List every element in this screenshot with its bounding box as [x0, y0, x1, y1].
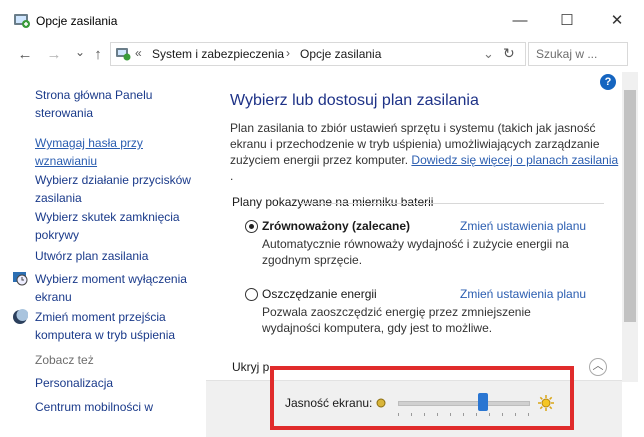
- display-clock-icon: [12, 270, 28, 286]
- plan-desc-balanced: Automatycznie równoważy wydajność i zuży…: [262, 237, 569, 267]
- minimize-button[interactable]: —: [497, 6, 543, 36]
- breadcrumb-overflow-icon[interactable]: «: [135, 46, 142, 60]
- sidebar-item-label: komputera w tryb uśpienia: [35, 328, 176, 342]
- plan-name-balanced[interactable]: Zrównoważony (zalecane): [262, 219, 410, 233]
- sidebar-item-label: Wybierz moment wyłączenia: [35, 272, 187, 286]
- plan-description: Plan zasilania to zbiór ustawień sprzętu…: [230, 120, 620, 184]
- see-also-heading: Zobacz też: [35, 353, 94, 367]
- breadcrumb-system-security[interactable]: System i zabezpieczenia: [152, 47, 284, 61]
- forward-button[interactable]: →: [44, 45, 64, 65]
- group-divider: [300, 203, 604, 204]
- window-title: Opcje zasilania: [36, 14, 118, 28]
- plan-group-label: Plany pokazywane na mierniku baterii: [232, 195, 434, 209]
- close-button[interactable]: ✕: [594, 6, 640, 36]
- sidebar-item-mobility-center[interactable]: Centrum mobilności w: [35, 398, 153, 416]
- search-input[interactable]: Szukaj w ...: [528, 42, 628, 66]
- plan-name-power-saver[interactable]: Oszczędzanie energii: [262, 287, 377, 301]
- sidebar-item-power-buttons[interactable]: Wybierz działanie przycisków zasilania: [35, 171, 191, 207]
- sidebar-item-create-plan[interactable]: Utwórz plan zasilania: [35, 247, 148, 265]
- learn-more-link[interactable]: Dowiedz się więcej o planach zasilania: [411, 153, 618, 167]
- collapse-chevron-icon[interactable]: ︿: [589, 358, 607, 376]
- help-icon[interactable]: ?: [600, 74, 616, 90]
- plan-radio-balanced[interactable]: [245, 220, 258, 233]
- sidebar-item-sleep[interactable]: Zmień moment przejścia komputera w tryb …: [35, 308, 175, 344]
- recent-dropdown-icon[interactable]: ⌄: [70, 42, 90, 62]
- sidebar-item-label: pokrywy: [35, 228, 80, 242]
- sidebar-item-label: Wybierz działanie przycisków: [35, 173, 191, 187]
- sidebar-item-label: Wymagaj hasła przy: [35, 136, 143, 150]
- breadcrumb-separator-icon[interactable]: ›: [286, 46, 290, 60]
- highlight-box: [270, 366, 574, 430]
- sidebar-item-display-off[interactable]: Wybierz moment wyłączenia ekranu: [35, 270, 187, 306]
- sidebar-item-lid-close[interactable]: Wybierz skutek zamknięcia pokrywy: [35, 208, 180, 244]
- up-button[interactable]: ↑: [88, 45, 108, 65]
- change-plan-settings-link-balanced[interactable]: Zmień ustawienia planu: [460, 219, 586, 233]
- sidebar-item-label: ekranu: [35, 290, 72, 304]
- sidebar-item-label: Zmień moment przejścia: [35, 310, 166, 324]
- sidebar-home-line1: Strona główna Panelu: [35, 88, 153, 102]
- scrollbar-thumb[interactable]: [624, 90, 636, 322]
- power-options-icon: [13, 11, 31, 29]
- address-dropdown-icon[interactable]: ⌄: [483, 46, 494, 62]
- sidebar-home-line2: sterowania: [35, 106, 94, 120]
- hide-plans-label[interactable]: Ukryj p: [232, 360, 269, 374]
- moon-icon: [12, 309, 29, 325]
- maximize-button[interactable]: ☐: [544, 6, 590, 36]
- sidebar-item-require-password[interactable]: Wymagaj hasła przy wznawianiu: [35, 134, 143, 170]
- sidebar-item-label: Wybierz skutek zamknięcia: [35, 210, 180, 224]
- address-bar[interactable]: « System i zabezpieczenia › Opcje zasila…: [110, 42, 526, 66]
- page-title: Wybierz lub dostosuj plan zasilania: [230, 92, 479, 109]
- back-button[interactable]: ←: [15, 45, 35, 65]
- location-icon: [115, 45, 131, 61]
- search-placeholder: Szukaj w ...: [536, 47, 598, 61]
- plan-desc-power-saver: Pozwala zaoszczędzić energię przez zmnie…: [262, 305, 531, 335]
- sidebar-item-label: Utwórz plan zasilania: [35, 249, 149, 263]
- refresh-icon[interactable]: ↻: [503, 45, 515, 62]
- breadcrumb-power-options[interactable]: Opcje zasilania: [300, 47, 381, 61]
- sidebar-item-label: zasilania: [35, 191, 82, 205]
- plan-radio-power-saver[interactable]: [245, 288, 258, 301]
- description-tail: .: [230, 169, 234, 183]
- sidebar-home-link[interactable]: Strona główna Panelu sterowania: [35, 86, 152, 122]
- sidebar-item-personalization[interactable]: Personalizacja: [35, 374, 113, 392]
- sidebar-item-label: wznawianiu: [35, 154, 98, 168]
- change-plan-settings-link-power-saver[interactable]: Zmień ustawienia planu: [460, 287, 586, 301]
